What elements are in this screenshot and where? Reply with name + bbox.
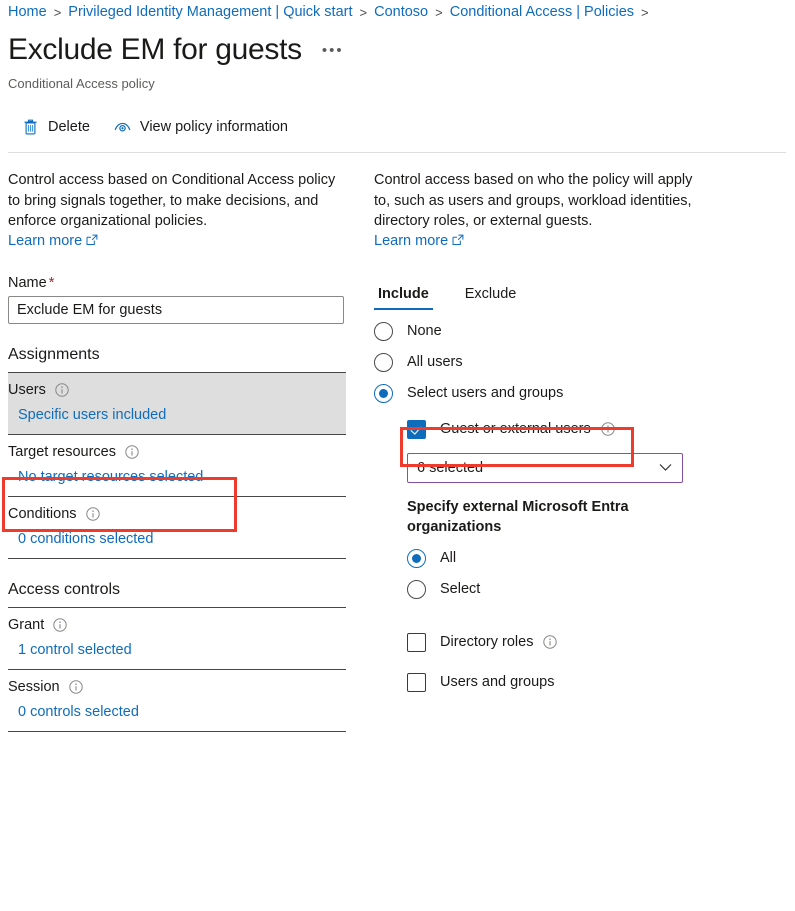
info-icon[interactable]: [85, 506, 100, 521]
delete-button[interactable]: Delete: [14, 112, 98, 142]
assignment-row-target-resources-head: Target resources: [8, 444, 346, 460]
control-row-grant-label: Grant: [8, 616, 45, 633]
info-icon[interactable]: [125, 444, 139, 459]
radio-none-label: None: [407, 323, 442, 339]
page-title-row: Exclude EM for guests •••: [8, 32, 344, 68]
checkbox-directory-roles-indicator: [407, 632, 426, 652]
checkbox-guest-or-external-users[interactable]: Guest or external users: [407, 419, 704, 439]
breadcrumb-item-home[interactable]: Home: [8, 4, 47, 20]
assignment-row-conditions[interactable]: Conditions 0 conditions selected: [8, 497, 346, 558]
guest-types-dropdown-value: 6 selected: [417, 459, 484, 476]
radio-orgs-select-label: Select: [440, 581, 481, 597]
assignment-row-conditions-head: Conditions: [8, 506, 346, 522]
right-learn-more-link[interactable]: Learn more: [374, 233, 464, 249]
breadcrumb-separator-icon: >: [53, 4, 62, 20]
assignment-row-target-resources-value[interactable]: No target resources selected: [18, 469, 346, 485]
control-row-grant[interactable]: Grant 1 control selected: [8, 608, 346, 669]
left-learn-more-label: Learn more: [8, 232, 83, 249]
checkbox-guest-or-external-users-label: Guest or external users: [440, 421, 591, 437]
assignment-row-target-resources[interactable]: Target resources No target resources sel…: [8, 435, 346, 496]
assignment-row-conditions-value[interactable]: 0 conditions selected: [18, 531, 346, 547]
control-row-session[interactable]: Session 0 controls selected: [8, 670, 346, 731]
breadcrumb-separator-icon: >: [359, 4, 368, 20]
radio-none-indicator: [374, 321, 393, 341]
access-controls-heading: Access controls: [8, 580, 121, 598]
info-icon[interactable]: [68, 679, 83, 694]
checkbox-directory-roles-label: Directory roles: [440, 634, 534, 650]
radio-orgs-select-indicator: [407, 579, 426, 599]
left-learn-more-link[interactable]: Learn more: [8, 233, 98, 249]
control-row-grant-value[interactable]: 1 control selected: [18, 642, 346, 658]
name-field-label: Name *: [8, 275, 346, 291]
policy-name-input[interactable]: [8, 295, 344, 324]
policy-right-pane: Control access based on who the policy w…: [374, 170, 704, 692]
control-row-session-head: Session: [8, 679, 346, 695]
radio-all-users-indicator: [374, 352, 393, 372]
assignments-heading: Assignments: [8, 345, 100, 363]
tab-exclude[interactable]: Exclude: [461, 286, 521, 310]
view-policy-information-label: View policy information: [139, 119, 288, 135]
breadcrumb-item-contoso[interactable]: Contoso: [374, 4, 428, 20]
radio-orgs-all[interactable]: All: [407, 548, 704, 568]
include-exclude-tabs: Include Exclude: [374, 286, 704, 310]
radio-orgs-all-indicator: [407, 548, 426, 568]
checkbox-directory-roles[interactable]: Directory roles: [407, 632, 704, 652]
radio-none[interactable]: None: [374, 321, 704, 341]
required-indicator: *: [48, 274, 55, 291]
more-options-icon[interactable]: •••: [322, 42, 344, 59]
radio-orgs-all-label: All: [440, 550, 457, 566]
control-row-grant-head: Grant: [8, 617, 346, 633]
eye-icon: [114, 119, 131, 136]
external-link-icon: [452, 234, 464, 246]
info-icon[interactable]: [55, 382, 69, 397]
guest-types-dropdown[interactable]: 6 selected: [407, 452, 683, 483]
radio-orgs-select[interactable]: Select: [407, 579, 704, 599]
breadcrumb-separator-icon: >: [435, 4, 443, 20]
chevron-down-icon: [659, 460, 672, 476]
radio-select-users-and-groups-label: Select users and groups: [407, 385, 564, 401]
tab-include[interactable]: Include: [374, 286, 433, 310]
view-policy-information-button[interactable]: View policy information: [106, 112, 296, 142]
assignment-row-users-label: Users: [8, 381, 46, 398]
command-bar-divider: [8, 152, 786, 153]
breadcrumb-item-conditional-access-policies[interactable]: Conditional Access | Policies: [450, 4, 634, 20]
radio-all-users[interactable]: All users: [374, 352, 704, 372]
info-icon[interactable]: [543, 635, 558, 649]
conditions-divider: [8, 557, 346, 559]
control-row-session-label: Session: [8, 678, 60, 695]
left-description: Control access based on Conditional Acce…: [8, 172, 336, 229]
right-learn-more-label: Learn more: [374, 232, 449, 249]
checkbox-users-and-groups-indicator: [407, 672, 426, 692]
trash-icon: [22, 119, 39, 136]
assignment-row-conditions-label: Conditions: [8, 505, 77, 522]
delete-button-label: Delete: [48, 119, 90, 135]
page-subtitle: Conditional Access policy: [8, 76, 155, 91]
policy-left-pane: Control access based on Conditional Acce…: [8, 170, 346, 732]
checkbox-users-and-groups[interactable]: Users and groups: [407, 672, 704, 692]
page-title: Exclude EM for guests: [8, 33, 302, 66]
breadcrumb-separator-icon: >: [641, 4, 649, 20]
control-row-session-value[interactable]: 0 controls selected: [18, 704, 346, 720]
info-icon[interactable]: [601, 422, 615, 436]
name-label-text: Name: [8, 274, 47, 291]
info-icon[interactable]: [53, 617, 67, 632]
external-link-icon: [86, 234, 98, 246]
checkbox-guest-or-external-users-indicator: [407, 419, 426, 439]
breadcrumb-item-pim[interactable]: Privileged Identity Management | Quick s…: [68, 4, 352, 20]
assignment-row-users-value[interactable]: Specific users included: [18, 407, 346, 423]
radio-select-users-and-groups-indicator: [374, 383, 393, 403]
right-description: Control access based on who the policy w…: [374, 172, 693, 229]
radio-select-users-and-groups[interactable]: Select users and groups: [374, 383, 704, 403]
command-bar: Delete View policy information: [14, 110, 304, 144]
specify-external-orgs-heading: Specify external Microsoft Entra organiz…: [407, 498, 629, 535]
session-divider: [8, 730, 346, 732]
assignment-row-target-resources-label: Target resources: [8, 443, 116, 460]
assignment-row-users-head: Users: [8, 382, 346, 398]
breadcrumb: Home > Privileged Identity Management | …: [8, 4, 656, 20]
assignment-row-users[interactable]: Users Specific users included: [8, 372, 346, 434]
radio-all-users-label: All users: [407, 354, 463, 370]
checkbox-users-and-groups-label: Users and groups: [440, 674, 555, 690]
